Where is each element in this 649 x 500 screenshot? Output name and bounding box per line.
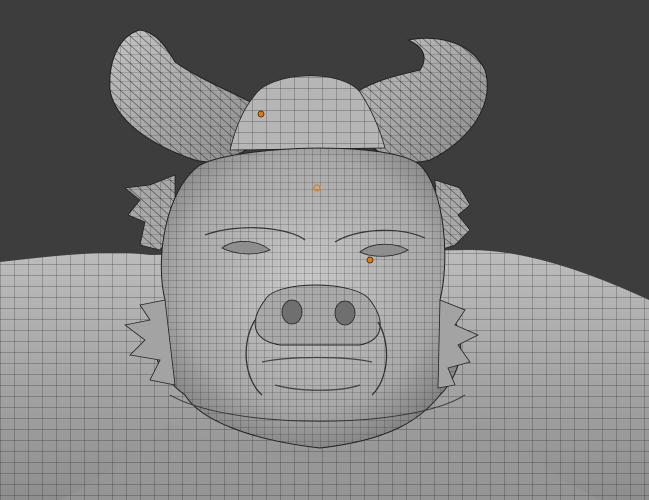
face-mesh [152,147,466,449]
skull-top-mesh [229,75,386,151]
3d-viewport[interactable] [0,0,649,500]
mesh-render[interactable] [0,0,649,500]
selected-vertex-icon[interactable] [366,256,374,264]
selected-vertex-icon[interactable] [257,110,265,118]
